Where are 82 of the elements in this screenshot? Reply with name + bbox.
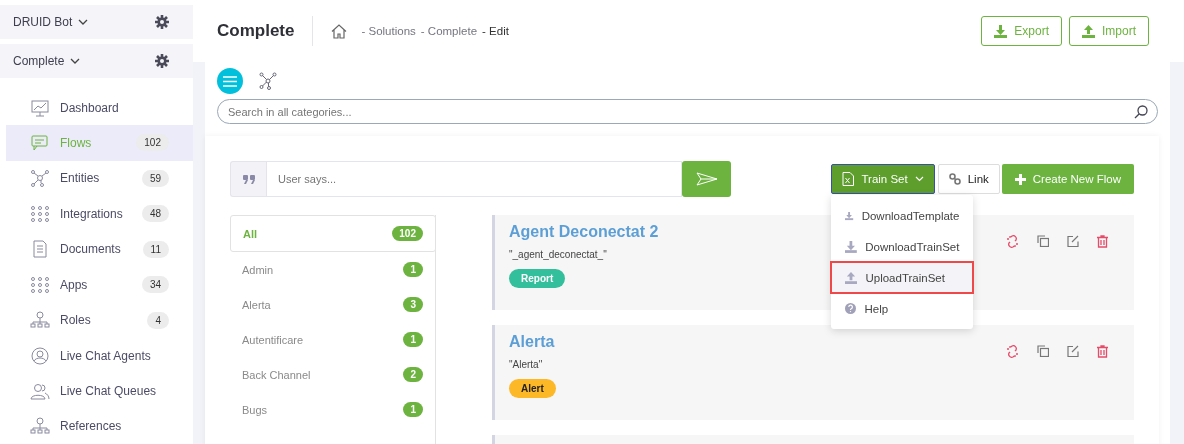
chevron-icon xyxy=(78,18,89,25)
menu-item[interactable]: DownloadTrainSet xyxy=(831,231,974,262)
search-icon xyxy=(1134,105,1148,119)
flow-tag: Alert xyxy=(509,379,556,398)
flow-card[interactable]: Alerta "Alerta" Alert xyxy=(492,325,1134,420)
sidebar-item[interactable]: Roles 4 xyxy=(6,302,193,338)
count-badge: 48 xyxy=(141,205,169,223)
breadcrumb-current: - Edit xyxy=(482,25,509,37)
spreadsheet-file-icon xyxy=(842,172,855,186)
category-item[interactable]: Admin 1 xyxy=(230,252,435,287)
menu-item[interactable]: UploadTrainSet xyxy=(831,262,974,293)
sidebar-item[interactable]: Live Chat Agents xyxy=(6,337,193,374)
flow-intent: "_agent_deconectat_" xyxy=(509,249,608,260)
count-badge: 59 xyxy=(141,169,169,187)
network-icon xyxy=(30,169,50,188)
list-view-button[interactable] xyxy=(217,68,243,94)
sidebar-item[interactable]: Documents 11 xyxy=(6,231,193,267)
breadcrumb-link[interactable]: - Solutions xyxy=(361,25,416,37)
copy-icon[interactable] xyxy=(1037,345,1049,357)
upload-icon xyxy=(845,271,858,284)
send-icon xyxy=(695,172,718,186)
hierarchy-icon xyxy=(30,311,50,330)
flow-tag: Report xyxy=(509,269,566,288)
edit-icon[interactable] xyxy=(1067,235,1079,247)
download-icon xyxy=(994,24,1008,38)
category-item[interactable]: Alerta 3 xyxy=(230,287,435,322)
copy-icon[interactable] xyxy=(1037,235,1049,247)
edit-icon[interactable] xyxy=(1067,345,1079,357)
count-badge: 1 xyxy=(403,332,423,347)
count-badge: 34 xyxy=(141,276,169,294)
unlink-icon[interactable] xyxy=(1006,235,1019,248)
menu-icon xyxy=(223,75,237,87)
chat-icon xyxy=(30,133,50,152)
sidebar-item[interactable]: Integrations 48 xyxy=(6,196,193,232)
plus-icon xyxy=(1014,173,1026,185)
count-badge: 3 xyxy=(403,297,423,312)
quote-icon xyxy=(242,174,255,184)
count-badge: 11 xyxy=(142,240,169,258)
count-badge: 4 xyxy=(147,311,169,329)
flow-intent: "Alerta" xyxy=(509,359,544,370)
sidebar-item[interactable]: Dashboard xyxy=(6,89,193,126)
search-field[interactable]: Search in all categories... xyxy=(217,99,1158,124)
sidebar-item[interactable]: Apps 34 xyxy=(6,266,193,303)
count-badge: 2 xyxy=(403,367,423,382)
bot-selector[interactable]: DRUID Bot xyxy=(13,14,89,29)
sidebar-item[interactable]: Flows 102 xyxy=(6,125,193,161)
chart-icon xyxy=(30,98,50,117)
settings-icon[interactable] xyxy=(155,53,169,68)
count-badge: 102 xyxy=(392,226,423,241)
count-badge: 102 xyxy=(136,134,169,152)
settings-icon[interactable] xyxy=(155,14,169,29)
hierarchy-icon xyxy=(30,417,50,436)
home-icon[interactable] xyxy=(331,23,348,39)
sidebar-item[interactable]: Live Chat Queues xyxy=(6,373,193,409)
delete-icon[interactable] xyxy=(1097,345,1108,358)
dots-grid-icon xyxy=(30,204,50,223)
user-says-field[interactable]: User says... xyxy=(266,161,682,197)
breadcrumb-link[interactable]: - Complete xyxy=(420,25,478,37)
dots-grid-icon xyxy=(30,275,50,294)
person-icon xyxy=(30,346,50,365)
chevron-icon xyxy=(70,57,81,64)
category-item[interactable]: Autentificare 1 xyxy=(230,322,435,357)
count-badge: 1 xyxy=(403,402,423,417)
link-icon xyxy=(948,173,961,185)
solution-selector[interactable]: Complete xyxy=(13,53,81,68)
link-button[interactable]: Link xyxy=(937,164,1000,194)
help-icon xyxy=(845,303,857,314)
download-icon xyxy=(845,209,854,222)
sidebar-item[interactable]: Entities 59 xyxy=(6,160,193,197)
people-icon xyxy=(30,381,50,400)
category-item[interactable]: Bugs 1 xyxy=(230,392,435,427)
document-icon xyxy=(30,240,50,259)
download-icon xyxy=(845,240,858,253)
network-icon xyxy=(259,72,277,90)
chevron-icon xyxy=(914,176,924,182)
category-item[interactable]: Back Channel 2 xyxy=(230,357,435,392)
page-title: Complete xyxy=(217,21,295,41)
upload-icon xyxy=(1082,24,1095,38)
sidebar-item[interactable]: References xyxy=(6,408,193,444)
unlink-icon[interactable] xyxy=(1006,345,1019,358)
count-badge: 1 xyxy=(403,262,423,277)
delete-icon[interactable] xyxy=(1097,235,1108,248)
